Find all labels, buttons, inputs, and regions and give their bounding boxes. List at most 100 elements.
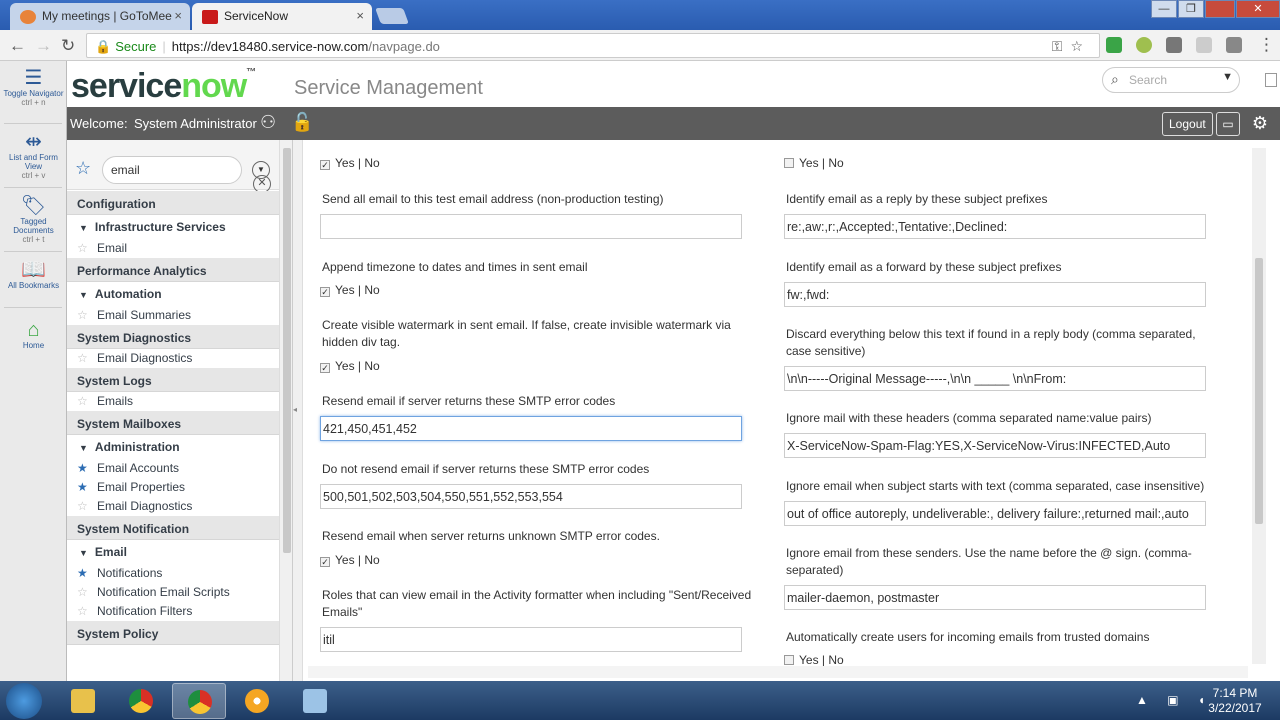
favorite-star-icon[interactable]: ★ bbox=[77, 566, 91, 580]
nav-section-header[interactable]: System Policy bbox=[67, 621, 279, 645]
servicenow-logo[interactable]: servicenow™ bbox=[71, 67, 256, 106]
taskbar-app[interactable] bbox=[288, 683, 342, 719]
tagged-documents-button[interactable]: 🏷 Tagged Documents ctrl + t bbox=[0, 195, 67, 244]
nav-module[interactable]: ☆ Email Summaries bbox=[67, 306, 279, 325]
expand-triangle-icon[interactable]: ▼ bbox=[79, 443, 88, 453]
chrome-menu-icon[interactable]: ⋮ bbox=[1258, 35, 1275, 55]
timezone-checkbox[interactable]: ✓ Yes | No bbox=[320, 283, 380, 297]
nav-module[interactable]: ☆ Notification Filters bbox=[67, 602, 279, 621]
new-tab-button[interactable] bbox=[375, 8, 409, 24]
toggle-navigator-button[interactable]: ☰ Toggle Navigator ctrl + n bbox=[0, 67, 67, 107]
lock-icon[interactable]: 🔓 bbox=[291, 112, 313, 133]
tab-close-icon[interactable]: × bbox=[174, 8, 182, 23]
tab-servicenow[interactable]: ServiceNow × bbox=[192, 3, 372, 30]
tab-close-icon[interactable]: × bbox=[356, 8, 364, 23]
checkbox-unchecked[interactable] bbox=[784, 158, 794, 168]
nav-module[interactable]: ★ Notifications bbox=[67, 564, 279, 583]
ignore-subject-input[interactable]: out of office autoreply, undeliverable:,… bbox=[784, 501, 1206, 526]
nav-group[interactable]: ▼ Infrastructure Services bbox=[67, 215, 279, 239]
favorite-star-icon[interactable]: ★ bbox=[77, 461, 91, 475]
user-name[interactable]: System Administrator bbox=[134, 116, 257, 131]
user-icon[interactable]: ⚇ bbox=[260, 112, 276, 133]
gear-icon[interactable]: ⚙ bbox=[1248, 112, 1272, 136]
expand-triangle-icon[interactable]: ▼ bbox=[79, 548, 88, 558]
extension-icon[interactable] bbox=[1136, 37, 1152, 53]
logout-button[interactable]: Logout bbox=[1162, 112, 1213, 136]
ignore-senders-input[interactable]: mailer-daemon, postmaster bbox=[784, 585, 1206, 610]
list-and-form-view-button[interactable]: ⇹ List and Form View ctrl + v bbox=[0, 131, 67, 180]
back-arrow-icon[interactable]: ← bbox=[9, 36, 26, 56]
home-button[interactable]: ⌂ Home bbox=[0, 319, 67, 350]
nav-module[interactable]: ★ Email Properties bbox=[67, 478, 279, 497]
favorite-star-icon[interactable]: ☆ bbox=[77, 499, 91, 513]
favorite-star-icon[interactable]: ☆ bbox=[77, 394, 91, 408]
horizontal-scrollbar[interactable] bbox=[308, 666, 1248, 678]
nav-module[interactable]: ★ Email Accounts bbox=[67, 459, 279, 478]
favorites-star-icon[interactable]: ☆ bbox=[75, 158, 91, 179]
discard-text-input[interactable]: \n\n-----Original Message-----,\n\n ____… bbox=[784, 366, 1206, 391]
expand-triangle-icon[interactable]: ▼ bbox=[79, 290, 88, 300]
url-input[interactable]: 🔒 Secure | https://dev18480.service-now.com… bbox=[86, 33, 1100, 58]
nav-module[interactable]: ☆ Notification Email Scripts bbox=[67, 583, 279, 602]
clock[interactable]: 7:14 PM 3/22/2017 bbox=[1200, 686, 1270, 716]
forward-arrow-icon[interactable]: → bbox=[35, 36, 52, 56]
favorite-star-icon[interactable]: ☆ bbox=[77, 241, 91, 255]
yes-no-checkbox[interactable]: ✓ Yes | No bbox=[320, 156, 380, 170]
expand-triangle-icon[interactable]: ▼ bbox=[79, 223, 88, 233]
taskbar-file-explorer[interactable] bbox=[56, 683, 110, 719]
expand-icon[interactable] bbox=[1265, 73, 1277, 87]
watermark-checkbox[interactable]: ✓ Yes | No bbox=[320, 359, 380, 373]
nav-section-header[interactable]: Configuration bbox=[67, 191, 279, 215]
key-icon[interactable]: ⚿ bbox=[1052, 38, 1071, 54]
nav-group[interactable]: ▼ Email bbox=[67, 540, 279, 564]
forward-prefixes-input[interactable]: fw:,fwd: bbox=[784, 282, 1206, 307]
minimize-button[interactable]: — bbox=[1151, 0, 1177, 18]
taskbar-chrome-active[interactable] bbox=[172, 683, 226, 719]
nav-section-header[interactable]: System Notification bbox=[67, 516, 279, 540]
resend-smtp-codes-input[interactable]: 421,450,451,452 bbox=[320, 416, 742, 441]
extension-icon[interactable] bbox=[1106, 37, 1122, 53]
scroll-thumb[interactable] bbox=[1255, 258, 1263, 524]
nav-section-header[interactable]: System Logs bbox=[67, 368, 279, 392]
extension-icon[interactable] bbox=[1226, 37, 1242, 53]
chat-icon[interactable]: ▭ bbox=[1216, 112, 1240, 136]
no-resend-smtp-codes-input[interactable]: 500,501,502,503,504,550,551,552,553,554 bbox=[320, 484, 742, 509]
favorite-star-icon[interactable]: ★ bbox=[77, 480, 91, 494]
nav-group[interactable]: ▼ Automation bbox=[67, 282, 279, 306]
nav-section-header[interactable]: Performance Analytics bbox=[67, 258, 279, 282]
content-scrollbar[interactable] bbox=[1252, 148, 1266, 664]
nav-module[interactable]: ☆ Email Diagnostics bbox=[67, 497, 279, 516]
ignore-headers-input[interactable]: X-ServiceNow-Spam-Flag:YES,X-ServiceNow-… bbox=[784, 433, 1206, 458]
all-bookmarks-button[interactable]: 📖 All Bookmarks bbox=[0, 259, 67, 290]
favorite-star-icon[interactable]: ☆ bbox=[77, 585, 91, 599]
roles-input[interactable]: itil bbox=[320, 627, 742, 652]
chevron-down-icon[interactable]: ▼ bbox=[252, 161, 270, 179]
maximize-button[interactable]: ❐ bbox=[1178, 0, 1204, 18]
unknown-smtp-checkbox[interactable]: ✓ Yes | No bbox=[320, 553, 380, 567]
nav-group[interactable]: ▼ Administration bbox=[67, 435, 279, 459]
close-window-button[interactable]: ✕ bbox=[1236, 0, 1280, 18]
restore-button[interactable] bbox=[1205, 0, 1235, 18]
collapse-nav-handle[interactable]: ◂ bbox=[293, 140, 303, 681]
nav-module[interactable]: ☆ Email Diagnostics bbox=[67, 349, 279, 368]
start-button[interactable] bbox=[6, 683, 42, 719]
test-email-input[interactable] bbox=[320, 214, 742, 239]
auto-create-users-checkbox[interactable]: Yes | No bbox=[784, 653, 844, 666]
checkbox-checked[interactable]: ✓ bbox=[320, 160, 330, 170]
reply-prefixes-input[interactable]: re:,aw:,r:,Accepted:,Tentative:,Declined… bbox=[784, 214, 1206, 239]
bookmark-star-icon[interactable]: ☆ bbox=[1070, 38, 1091, 54]
favorite-star-icon[interactable]: ☆ bbox=[77, 308, 91, 322]
nav-module[interactable]: ☆ Emails bbox=[67, 392, 279, 411]
navigator-scrollbar[interactable] bbox=[279, 140, 292, 681]
taskbar-chrome[interactable] bbox=[114, 683, 168, 719]
yes-no-checkbox[interactable]: Yes | No bbox=[784, 156, 844, 170]
tab-gotomeeting[interactable]: My meetings | GoToMee × bbox=[10, 3, 190, 30]
favorite-star-icon[interactable]: ☆ bbox=[77, 604, 91, 618]
nav-module[interactable]: ☆ Email bbox=[67, 239, 279, 258]
nav-section-header[interactable]: System Mailboxes bbox=[67, 411, 279, 435]
favorite-star-icon[interactable]: ☆ bbox=[77, 351, 91, 365]
scroll-thumb[interactable] bbox=[283, 148, 291, 553]
extension-icon[interactable] bbox=[1166, 37, 1182, 53]
reload-icon[interactable]: ↻ bbox=[61, 36, 75, 56]
global-search-input[interactable]: ⌕ Search ▼ bbox=[1102, 67, 1240, 93]
